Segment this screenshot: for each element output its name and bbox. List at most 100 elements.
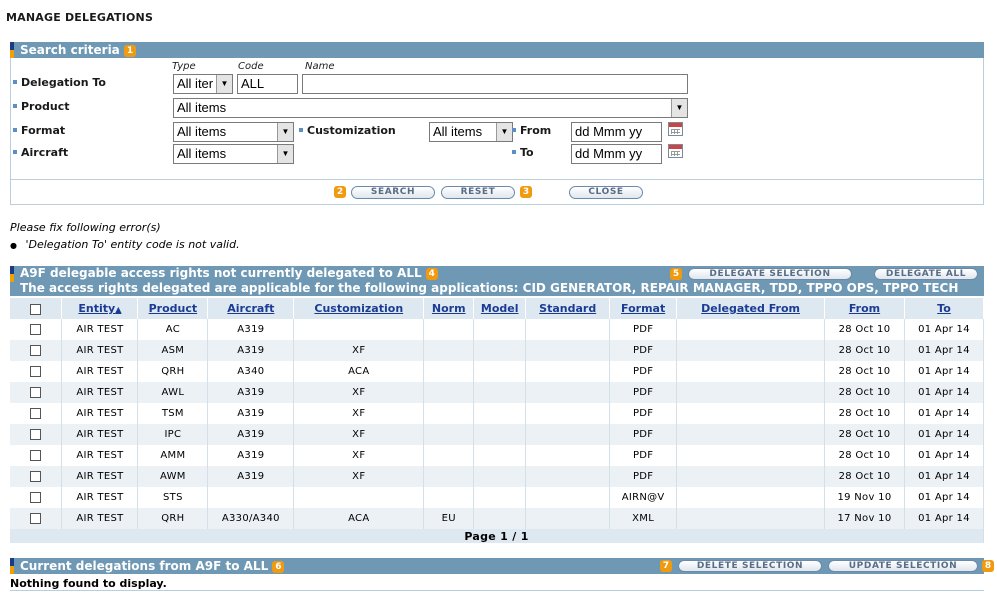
delete-selection-button[interactable]: DELETE SELECTION	[678, 560, 822, 572]
row-checkbox[interactable]	[30, 470, 42, 482]
cell-entity: AIR TEST	[61, 319, 139, 340]
row-checkbox[interactable]	[30, 512, 42, 524]
reset-button[interactable]: RESET	[441, 186, 515, 199]
col-format[interactable]: Format	[609, 298, 678, 319]
cell-standard	[525, 382, 611, 403]
cell-standard	[525, 466, 611, 487]
cell-norm	[423, 403, 475, 424]
empty-message: Nothing found to display.	[10, 577, 167, 590]
cell-standard	[525, 508, 611, 529]
cell-customization: ACA	[293, 361, 425, 382]
product-select[interactable]: All items ▼	[173, 98, 688, 118]
help-badge-4[interactable]: 4	[425, 267, 438, 280]
delegable-rights-table: Entity▲ Product Aircraft Customization N…	[10, 298, 985, 543]
page-title: MANAGE DELEGATIONS	[6, 11, 154, 24]
aircraft-select[interactable]: All items ▼	[173, 144, 294, 164]
row-checkbox[interactable]	[30, 344, 42, 356]
cell-model	[473, 403, 527, 424]
row-select-cell	[10, 319, 63, 340]
customization-label: Customization	[299, 124, 396, 137]
col-norm[interactable]: Norm	[423, 298, 475, 319]
dropdown-arrow-icon: ▼	[277, 123, 293, 141]
row-checkbox[interactable]	[30, 386, 42, 398]
update-selection-button[interactable]: UPDATE SELECTION	[828, 560, 978, 572]
col-standard[interactable]: Standard	[525, 298, 611, 319]
cell-delegated-from	[676, 466, 826, 487]
row-checkbox[interactable]	[30, 491, 42, 503]
cell-customization: XF	[293, 340, 425, 361]
col-product[interactable]: Product	[137, 298, 209, 319]
delegate-selection-button[interactable]: DELEGATE SELECTION	[688, 268, 852, 280]
current-delegations-header: Current delegations from A9F to ALL 6 7 …	[10, 558, 994, 574]
customization-select[interactable]: All items ▼	[429, 122, 513, 142]
cell-standard	[525, 319, 611, 340]
cell-delegated-from	[676, 382, 826, 403]
error-title: Please fix following error(s)	[10, 221, 161, 234]
help-badge-7[interactable]: 7	[660, 560, 672, 572]
delegation-name-input[interactable]	[302, 74, 688, 94]
to-date-input[interactable]: dd Mmm yy	[571, 144, 662, 164]
cell-to: 01 Apr 14	[904, 424, 985, 445]
delegation-type-select[interactable]: All iter ▼	[173, 74, 233, 94]
cell-product: AWM	[137, 466, 209, 487]
calendar-icon[interactable]	[668, 144, 683, 158]
cell-to: 01 Apr 14	[904, 445, 985, 466]
delegation-code-input[interactable]: ALL	[237, 74, 298, 94]
row-checkbox[interactable]	[30, 428, 42, 440]
col-entity[interactable]: Entity▲	[61, 298, 139, 319]
cell-to: 01 Apr 14	[904, 319, 985, 340]
col-from[interactable]: From	[824, 298, 905, 319]
help-badge-1[interactable]: 1	[123, 44, 136, 57]
format-select[interactable]: All items ▼	[173, 122, 294, 142]
cell-format: PDF	[609, 340, 678, 361]
table-row: AIR TEST AWL A319 XF PDF 28 Oct 10 01 Apr 14	[10, 382, 985, 403]
row-checkbox[interactable]	[30, 323, 42, 335]
cell-from: 28 Oct 10	[824, 319, 905, 340]
cell-norm	[423, 487, 475, 508]
from-date-input[interactable]: dd Mmm yy	[571, 122, 662, 142]
cell-format: AIRN@V	[609, 487, 678, 508]
cell-model	[473, 466, 527, 487]
select-all-checkbox[interactable]	[30, 303, 42, 315]
cell-from: 19 Nov 10	[824, 487, 905, 508]
table-row: AIR TEST AC A319 PDF 28 Oct 10 01 Apr 14	[10, 319, 985, 340]
cell-product: QRH	[137, 508, 209, 529]
row-select-cell	[10, 487, 63, 508]
col-model[interactable]: Model	[473, 298, 527, 319]
table-row: AIR TEST QRH A340 ACA PDF 28 Oct 10 01 Apr 14	[10, 361, 985, 382]
help-badge-6[interactable]: 6	[272, 560, 285, 573]
bullet-icon: ●	[10, 241, 17, 250]
sort-ascending-icon: ▲	[115, 305, 122, 314]
help-badge-5[interactable]: 5	[670, 268, 682, 280]
cell-customization	[293, 319, 425, 340]
search-button[interactable]: SEARCH	[351, 186, 435, 199]
cell-product: AWL	[137, 382, 209, 403]
help-badge-8[interactable]: 8	[982, 560, 994, 572]
col-customization[interactable]: Customization	[293, 298, 425, 319]
row-checkbox[interactable]	[30, 407, 42, 419]
col-aircraft[interactable]: Aircraft	[207, 298, 295, 319]
cell-product: ASM	[137, 340, 209, 361]
search-criteria-panel: Type Code Name Delegation To All iter ▼ A…	[10, 58, 984, 205]
help-badge-2[interactable]: 2	[334, 186, 346, 198]
col-to[interactable]: To	[904, 298, 985, 319]
cell-aircraft: A319	[207, 382, 295, 403]
cell-standard	[525, 340, 611, 361]
help-badge-3[interactable]: 3	[520, 186, 532, 198]
delegation-to-label: Delegation To	[13, 76, 106, 89]
cell-norm	[423, 382, 475, 403]
cell-aircraft: A319	[207, 340, 295, 361]
close-button[interactable]: CLOSE	[569, 186, 643, 199]
col-delegated-from[interactable]: Delegated From	[676, 298, 826, 319]
calendar-icon[interactable]	[668, 122, 683, 136]
select-all-cell	[10, 298, 63, 319]
row-checkbox[interactable]	[30, 449, 42, 461]
delegate-all-button[interactable]: DELEGATE ALL	[874, 268, 978, 280]
row-checkbox[interactable]	[30, 365, 42, 377]
cell-norm	[423, 424, 475, 445]
row-select-cell	[10, 508, 63, 529]
cell-from: 28 Oct 10	[824, 424, 905, 445]
cell-format: PDF	[609, 361, 678, 382]
cell-aircraft: A319	[207, 466, 295, 487]
cell-product: IPC	[137, 424, 209, 445]
